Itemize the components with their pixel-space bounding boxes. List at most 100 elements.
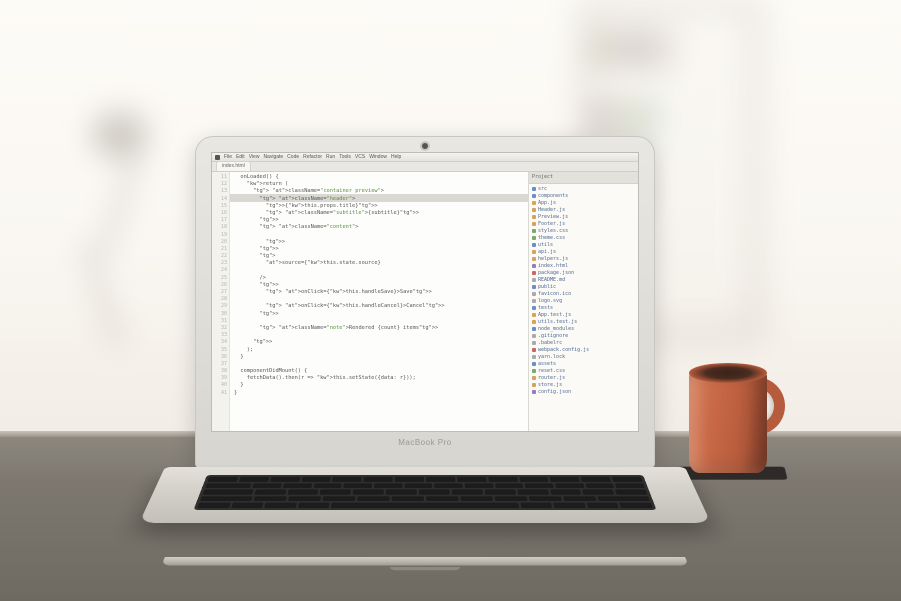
project-tree-item[interactable]: yarn.lock xyxy=(532,354,635,361)
keyboard-key xyxy=(343,483,372,488)
keyboard-key xyxy=(615,489,648,494)
keyboard-key xyxy=(313,483,342,488)
menubar-item[interactable]: Tools xyxy=(339,154,351,161)
keyboard-key xyxy=(520,502,552,508)
keyboard-key xyxy=(374,483,403,488)
keyboard-key xyxy=(586,502,619,508)
keyboard-key xyxy=(200,496,253,502)
keyboard-key xyxy=(252,483,282,488)
project-tree-item[interactable]: Preview.js xyxy=(532,214,635,221)
project-tree-item[interactable]: webpack.config.js xyxy=(532,347,635,354)
keyboard-key xyxy=(231,502,264,508)
menubar-item[interactable]: Edit xyxy=(236,154,245,161)
project-tree-item[interactable]: styles.css xyxy=(532,228,635,235)
keyboard-key xyxy=(581,477,612,482)
project-tree-item[interactable]: tests xyxy=(532,305,635,312)
project-tree-item[interactable]: src xyxy=(532,186,635,193)
project-tree-item[interactable]: theme.css xyxy=(532,235,635,242)
project-tree-item[interactable]: logo.svg xyxy=(532,298,635,305)
keyboard-key xyxy=(452,489,483,494)
project-tree-item[interactable]: api.js xyxy=(532,249,635,256)
project-tree-item[interactable]: App.test.js xyxy=(532,312,635,319)
keyboard-key xyxy=(205,483,252,488)
project-tree-item[interactable]: components xyxy=(532,193,635,200)
keyboard-key xyxy=(494,496,527,502)
project-tree-item[interactable]: package.json xyxy=(532,270,635,277)
menubar-item[interactable]: VCS xyxy=(355,154,365,161)
menubar-item[interactable]: Navigate xyxy=(263,154,283,161)
editor-tab[interactable]: index.html xyxy=(216,161,251,171)
menubar-item[interactable]: Run xyxy=(326,154,335,161)
laptop-model-label: MacBook Pro xyxy=(211,438,639,447)
menubar-item[interactable]: Refactor xyxy=(303,154,322,161)
macos-menubar: File Edit ViewNavigate Code Refactor Run Tools… xyxy=(212,153,638,162)
project-tree-item[interactable]: Header.js xyxy=(532,207,635,214)
keyboard-key xyxy=(320,489,352,494)
keyboard-key xyxy=(585,483,615,488)
project-tree-item[interactable]: .gitignore xyxy=(532,333,635,340)
keyboard-key xyxy=(460,496,493,502)
keyboard-key xyxy=(331,502,519,508)
line-number-gutter: 1112131415161718192021222324252627282930… xyxy=(212,172,230,431)
menubar-item[interactable]: View xyxy=(249,154,260,161)
project-tree-item[interactable]: config.json xyxy=(532,389,635,396)
keyboard-key xyxy=(484,489,515,494)
menubar-item[interactable]: Code xyxy=(287,154,299,161)
keyboard-key xyxy=(582,489,614,494)
project-tree-item[interactable]: public xyxy=(532,284,635,291)
keyboard-key xyxy=(434,483,462,488)
keyboard-key xyxy=(495,483,524,488)
project-tree-item[interactable]: README.md xyxy=(532,277,635,284)
project-tree-item[interactable]: helpers.js xyxy=(532,256,635,263)
project-tree-item[interactable]: Footer.js xyxy=(532,221,635,228)
keyboard-key xyxy=(563,496,597,502)
project-tree-item[interactable]: node_modules xyxy=(532,326,635,333)
keyboard-key xyxy=(517,489,549,494)
project-sidebar: Project srccomponentsApp.jsHeader.jsPrev… xyxy=(528,172,638,431)
apple-logo-icon xyxy=(215,155,220,160)
keyboard-key xyxy=(254,496,288,502)
code-editor[interactable]: onLoaded() { "kw">return ( "tg"> "at">cl… xyxy=(230,172,528,431)
keyboard-key xyxy=(386,489,417,494)
keyboard-key xyxy=(612,477,643,482)
keyboard-key xyxy=(270,477,300,482)
keyboard-key xyxy=(353,489,384,494)
laptop: File Edit ViewNavigate Code Refactor Run Tools… xyxy=(165,136,685,563)
project-tree-item[interactable]: App.js xyxy=(532,200,635,207)
keyboard-key xyxy=(550,489,582,494)
project-tree-item[interactable]: utils.test.js xyxy=(532,319,635,326)
keyboard-key xyxy=(395,477,424,482)
keyboard-key xyxy=(528,496,561,502)
laptop-bezel: File Edit ViewNavigate Code Refactor Run Tools… xyxy=(195,136,655,469)
keyboard-key xyxy=(287,489,319,494)
keyboard-key xyxy=(323,496,356,502)
laptop-keyboard xyxy=(193,475,656,510)
menubar-item[interactable]: Help xyxy=(391,154,401,161)
menubar-item[interactable]: File xyxy=(224,154,232,161)
keyboard-key xyxy=(357,496,390,502)
project-tree-item[interactable]: router.js xyxy=(532,375,635,382)
keyboard-key xyxy=(555,483,585,488)
menubar-item[interactable]: Window xyxy=(369,154,387,161)
keyboard-key xyxy=(426,496,458,502)
keyboard-key xyxy=(519,477,549,482)
webcam-icon xyxy=(422,143,428,149)
keyboard-key xyxy=(332,477,362,482)
project-tree-item[interactable]: .babelrc xyxy=(532,340,635,347)
keyboard-key xyxy=(239,477,270,482)
keyboard-key xyxy=(392,496,424,502)
project-tree-item[interactable]: store.js xyxy=(532,382,635,389)
project-tree-item[interactable]: reset.css xyxy=(532,368,635,375)
desk-lamp xyxy=(60,110,180,370)
keyboard-key xyxy=(264,502,297,508)
keyboard-key xyxy=(197,502,230,508)
keyboard-key xyxy=(457,477,486,482)
editor-tab-bar: index.html xyxy=(212,162,638,172)
keyboard-key xyxy=(301,477,331,482)
project-tree-item[interactable]: utils xyxy=(532,242,635,249)
project-tree-item[interactable]: assets xyxy=(532,361,635,368)
project-tree-item[interactable]: index.html xyxy=(532,263,635,270)
project-tree-item[interactable]: favicon.ico xyxy=(532,291,635,298)
keyboard-key xyxy=(298,502,330,508)
keyboard-key xyxy=(597,496,650,502)
